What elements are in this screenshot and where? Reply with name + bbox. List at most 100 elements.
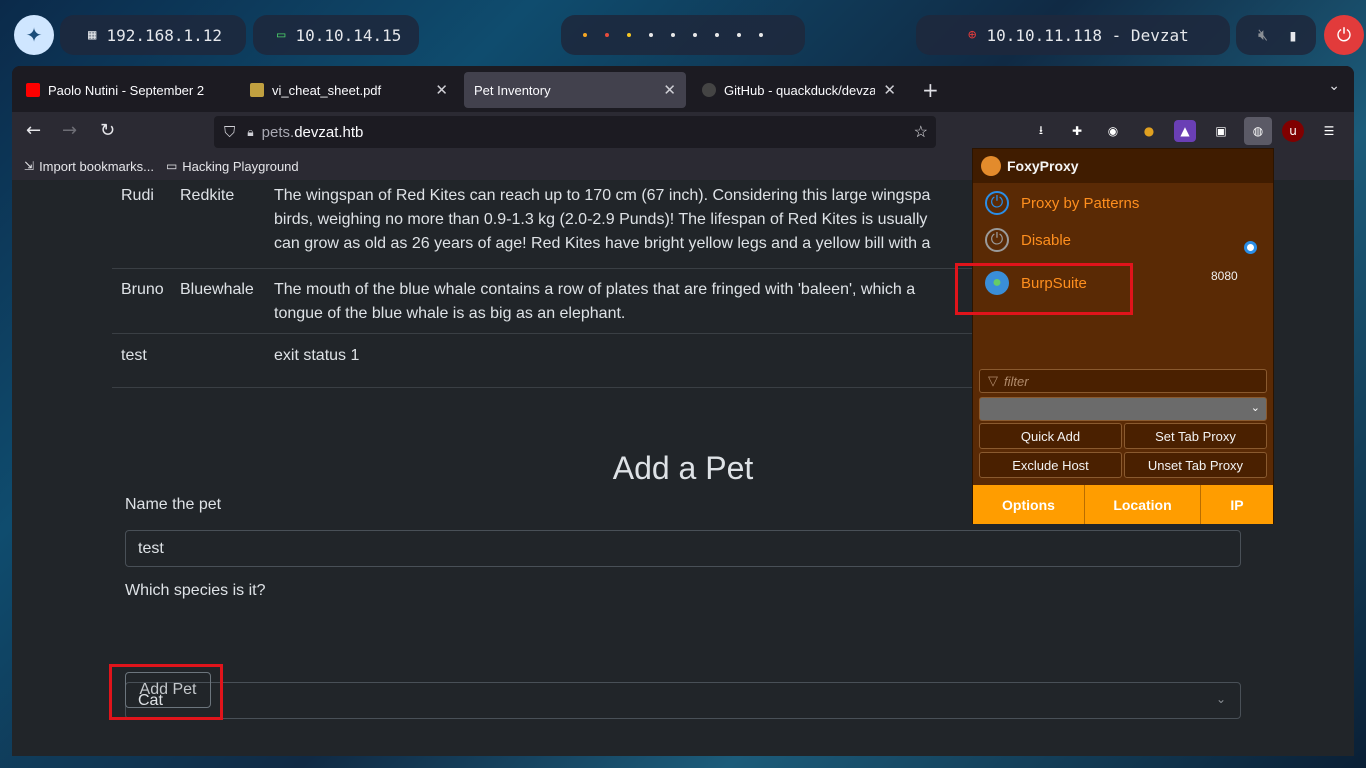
tab-title: GitHub - quackduck/devzat bbox=[724, 82, 876, 98]
user-agent-icon[interactable]: ▣ bbox=[1210, 120, 1232, 142]
bookmark-label: Import bookmarks... bbox=[39, 158, 154, 174]
workspace-dot[interactable] bbox=[583, 33, 587, 37]
power-icon[interactable]: ⏻ bbox=[1324, 15, 1364, 55]
foxyproxy-header: FoxyProxy bbox=[973, 149, 1273, 183]
url-bar[interactable]: ⛉ 🔒︎ pets.devzat.htb ☆ bbox=[214, 116, 936, 148]
import-icon: ⇲ bbox=[24, 159, 35, 173]
filter-input[interactable]: ▽ filter bbox=[979, 369, 1267, 393]
tab-bar: Paolo Nutini - September 2 vi_cheat_shee… bbox=[12, 66, 1354, 112]
bookmark-label: Hacking Playground bbox=[182, 158, 299, 174]
proxy-select[interactable]: ⌄ bbox=[979, 397, 1267, 421]
name-input[interactable]: test bbox=[125, 530, 1241, 567]
downloads-icon[interactable]: ⭳ bbox=[1030, 120, 1052, 142]
power-icon: ⏻ bbox=[985, 191, 1009, 215]
pet-species bbox=[180, 344, 274, 387]
name-value: test bbox=[138, 539, 164, 557]
local-ip-text: 192.168.1.12 bbox=[106, 25, 223, 45]
workspace-dot[interactable] bbox=[715, 33, 719, 37]
bookmark-star-icon[interactable]: ☆ bbox=[914, 122, 928, 142]
workspace-dot[interactable] bbox=[737, 33, 741, 37]
target-text: 10.10.11.118 - Devzat bbox=[986, 25, 1189, 45]
foxyproxy-popup: FoxyProxy ⏻ Proxy by Patterns ⏻ Disable … bbox=[955, 148, 1274, 524]
species-label: Which species is it? bbox=[125, 582, 266, 599]
workspace-dot[interactable] bbox=[649, 33, 653, 37]
system-tray: 🔇︎ ▮ bbox=[1236, 15, 1316, 55]
foxyproxy-footer: Options Location IP bbox=[973, 485, 1273, 524]
forward-icon[interactable]: → bbox=[62, 120, 77, 141]
url-domain: devzat.htb bbox=[294, 123, 364, 141]
target-icon: ⊕ bbox=[968, 27, 977, 43]
lock-icon[interactable]: 🔒︎ bbox=[247, 125, 253, 140]
url-subdomain: pets. bbox=[261, 123, 295, 141]
bookmark-hacking-playground[interactable]: ▭ Hacking Playground bbox=[166, 159, 299, 174]
workspace-switcher[interactable] bbox=[561, 15, 805, 55]
extensions-icon[interactable]: ✚ bbox=[1066, 120, 1088, 142]
workspace-dot[interactable] bbox=[605, 33, 609, 37]
vpn-ip-text: 10.10.14.15 bbox=[295, 25, 402, 45]
workspace-dot[interactable] bbox=[671, 33, 675, 37]
foxyproxy-title: FoxyProxy bbox=[1007, 158, 1079, 174]
species-select[interactable]: Cat ⌄ bbox=[125, 682, 1241, 719]
mode-patterns[interactable]: ⏻ Proxy by Patterns bbox=[985, 191, 1139, 215]
tab-github[interactable]: GitHub - quackduck/devzat ✕ bbox=[692, 72, 906, 108]
close-tab-icon[interactable]: ✕ bbox=[435, 81, 448, 99]
selected-radio[interactable] bbox=[1244, 241, 1257, 254]
workspace-dot[interactable] bbox=[627, 33, 631, 37]
battery-icon: ▮ bbox=[1288, 25, 1298, 45]
mode-label: Disable bbox=[1021, 231, 1072, 249]
ublock-icon[interactable]: u bbox=[1282, 120, 1304, 142]
back-icon[interactable]: ← bbox=[26, 120, 41, 141]
wappalyzer-icon[interactable]: ◉ bbox=[1102, 120, 1124, 142]
hacktools-icon[interactable]: ▲ bbox=[1174, 120, 1196, 142]
close-tab-icon[interactable]: ✕ bbox=[883, 81, 896, 99]
mute-icon[interactable]: 🔇︎ bbox=[1258, 25, 1268, 45]
power-icon: ⏻ bbox=[985, 228, 1009, 252]
name-label: Name the pet bbox=[125, 496, 222, 513]
tab-youtube[interactable]: Paolo Nutini - September 2 bbox=[16, 72, 232, 108]
set-tab-proxy-button[interactable]: Set Tab Proxy bbox=[1124, 423, 1267, 449]
mode-label: Proxy by Patterns bbox=[1021, 194, 1140, 212]
list-tabs-icon[interactable]: ⌄ bbox=[1328, 78, 1340, 94]
network-icon: ▦ bbox=[88, 27, 97, 43]
tab-vi-cheat-sheet[interactable]: vi_cheat_sheet.pdf ✕ bbox=[240, 72, 458, 108]
pet-species: Redkite bbox=[180, 187, 235, 204]
close-tab-icon[interactable]: ✕ bbox=[663, 81, 676, 99]
exclude-host-button[interactable]: Exclude Host bbox=[979, 452, 1122, 478]
new-tab-icon[interactable]: + bbox=[922, 78, 939, 102]
chevron-down-icon: ⌄ bbox=[1215, 692, 1226, 706]
filter-placeholder: filter bbox=[1004, 373, 1029, 389]
proxy-port: 8080 bbox=[1211, 269, 1238, 283]
chevron-down-icon: ⌄ bbox=[1250, 402, 1260, 414]
app-launcher-icon[interactable]: ✦ bbox=[14, 15, 54, 55]
nav-bar: ← → ↻ ⛉ 🔒︎ pets.devzat.htb ☆ ⭳ ✚ ◉ ● ▲ ▣… bbox=[12, 112, 1354, 152]
mode-disable[interactable]: ⏻ Disable bbox=[985, 228, 1071, 252]
workspace-dot[interactable] bbox=[693, 33, 697, 37]
pdf-icon bbox=[250, 83, 264, 97]
tab-title: Pet Inventory bbox=[474, 82, 551, 98]
foxyproxy-icon[interactable]: ◍ bbox=[1244, 117, 1272, 145]
filter-icon: ▽ bbox=[988, 373, 998, 388]
shield-icon[interactable]: ⛉ bbox=[224, 124, 235, 141]
cookie-editor-icon[interactable]: ● bbox=[1138, 120, 1160, 142]
laptop-icon: ▭ bbox=[277, 27, 286, 43]
pet-name: Bruno bbox=[121, 281, 164, 298]
tab-pet-inventory[interactable]: Pet Inventory ✕ bbox=[464, 72, 686, 108]
location-button[interactable]: Location bbox=[1085, 485, 1201, 524]
quick-add-button[interactable]: Quick Add bbox=[979, 423, 1122, 449]
github-icon bbox=[702, 83, 716, 97]
workspace-dot[interactable] bbox=[759, 33, 763, 37]
highlight-box bbox=[109, 664, 223, 720]
ip-button[interactable]: IP bbox=[1201, 485, 1273, 524]
youtube-icon bbox=[26, 83, 40, 97]
pet-name: test bbox=[121, 347, 147, 364]
unset-tab-proxy-button[interactable]: Unset Tab Proxy bbox=[1124, 452, 1267, 478]
pet-name: Rudi bbox=[121, 187, 154, 204]
options-button[interactable]: Options bbox=[973, 485, 1085, 524]
target-widget: ⊕ 10.10.11.118 - Devzat bbox=[916, 15, 1230, 55]
local-ip-widget: ▦ 192.168.1.12 bbox=[60, 15, 246, 55]
reload-icon[interactable]: ↻ bbox=[100, 120, 115, 141]
menu-icon[interactable]: ☰ bbox=[1318, 120, 1340, 142]
pet-species: Bluewhale bbox=[180, 281, 254, 298]
highlight-box bbox=[955, 263, 1133, 315]
bookmark-import[interactable]: ⇲ Import bookmarks... bbox=[24, 159, 154, 174]
